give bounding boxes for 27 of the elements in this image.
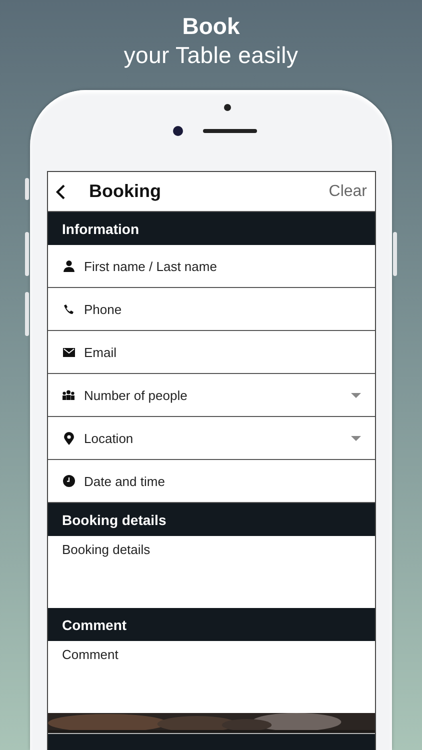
text-area[interactable]: Booking details (48, 536, 375, 608)
input-field[interactable]: Phone (84, 302, 361, 316)
promo-title: Book (182, 12, 240, 40)
dropdown-field[interactable]: Number of people (84, 388, 342, 402)
promo-subtitle: your Table easily (124, 41, 298, 70)
section-header: Information (48, 212, 375, 245)
location-pin-icon (64, 432, 74, 444)
sensor-icon (224, 104, 231, 111)
group-icon (62, 390, 75, 400)
back-icon[interactable] (55, 184, 67, 200)
input-field[interactable]: First name / Last name (84, 258, 361, 274)
section-header: Comment (48, 608, 375, 641)
dropdown-caret-icon (351, 392, 361, 398)
dropdown-field[interactable]: Location (84, 430, 342, 446)
phone-icon (63, 304, 74, 314)
section-header: Booking details (48, 503, 375, 536)
dropdown-caret-icon (351, 436, 361, 440)
clock-icon (62, 475, 74, 487)
person-icon (62, 260, 74, 272)
camera-icon (173, 126, 183, 136)
text-area[interactable]: Comment (48, 641, 375, 713)
input-field[interactable]: Date and time (84, 474, 361, 488)
screen-title: Booking (89, 181, 162, 202)
mail-icon (62, 348, 74, 356)
speaker-icon (203, 129, 257, 133)
clear-button[interactable]: Clear (328, 182, 367, 200)
input-field[interactable]: Email (84, 344, 361, 360)
